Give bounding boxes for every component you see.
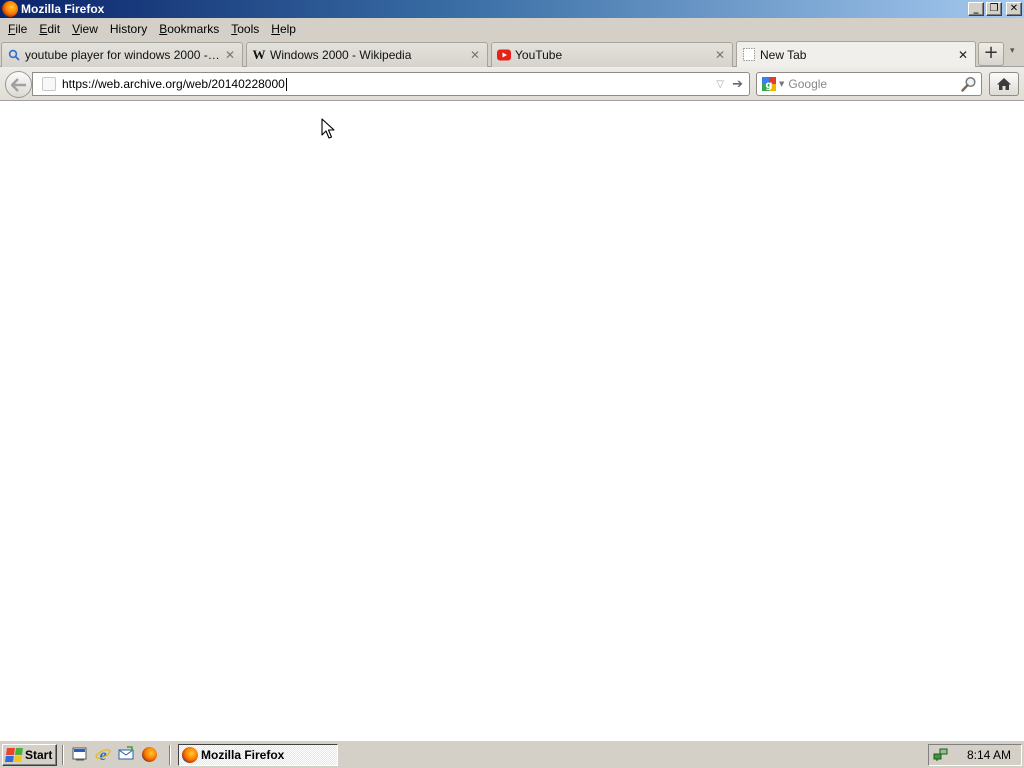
minimize-icon: _ [973, 3, 979, 14]
search-icon [7, 48, 21, 62]
firefox-icon[interactable] [141, 746, 157, 762]
wikipedia-icon: W [252, 47, 266, 62]
tab-label: New Tab [760, 47, 807, 62]
tab-label: youtube player for windows 2000 - Sea... [25, 48, 220, 62]
menu-view[interactable]: View [66, 18, 104, 40]
window-title: Mozilla Firefox [21, 2, 105, 16]
engine-dropdown-icon[interactable]: ▼ [779, 80, 784, 88]
close-icon: ✕ [1009, 3, 1019, 14]
menu-help[interactable]: Help [265, 18, 302, 40]
window-titlebar[interactable]: Mozilla Firefox _ ❐ ✕ [0, 0, 1024, 18]
windows-logo-icon [5, 748, 23, 762]
tab-youtube[interactable]: YouTube ✕ [491, 42, 733, 67]
minimize-button[interactable]: _ [968, 2, 984, 16]
site-identity-icon[interactable] [42, 77, 56, 91]
home-icon [997, 78, 1011, 90]
svg-text:g: g [765, 80, 772, 91]
quick-launch: e [72, 746, 157, 762]
start-button[interactable]: Start [2, 744, 57, 766]
tab-search[interactable]: youtube player for windows 2000 - Sea...… [1, 42, 243, 67]
chevron-down-icon: ▾ [1010, 46, 1015, 56]
taskbar-button-firefox[interactable]: Mozilla Firefox [178, 744, 338, 766]
tab-close-icon[interactable]: ✕ [714, 48, 726, 62]
back-arrow-icon [10, 77, 26, 92]
taskbar-separator [169, 745, 171, 765]
google-icon[interactable]: g [761, 76, 777, 92]
search-input[interactable]: Google [788, 77, 960, 91]
menu-bar: File Edit View History Bookmarks Tools H… [0, 18, 1024, 40]
tab-list-button[interactable]: ▾ [1010, 46, 1015, 56]
navigation-toolbar: https://web.archive.org/web/20140228000 … [0, 67, 1024, 101]
menu-file[interactable]: File [2, 18, 33, 40]
search-bar[interactable]: g ▼ Google [756, 72, 982, 96]
back-button[interactable] [5, 71, 32, 98]
tab-close-icon[interactable]: ✕ [224, 48, 236, 62]
outlook-express-icon[interactable] [118, 746, 134, 762]
menu-edit[interactable]: Edit [33, 18, 66, 40]
plus-icon: + [983, 42, 999, 63]
tab-close-icon[interactable]: ✕ [469, 48, 481, 62]
clock[interactable]: 8:14 AM [967, 748, 1011, 762]
close-button[interactable]: ✕ [1006, 2, 1022, 16]
history-dropdown-icon[interactable]: ▽ [716, 79, 724, 90]
restore-icon: ❐ [989, 3, 999, 14]
show-desktop-icon[interactable] [72, 746, 88, 762]
url-bar[interactable]: https://web.archive.org/web/20140228000 … [32, 72, 750, 96]
youtube-icon [497, 48, 511, 62]
go-arrow-icon[interactable]: ➔ [732, 77, 743, 92]
caption-buttons: _ ❐ ✕ [968, 2, 1022, 16]
system-tray: 8:14 AM [928, 744, 1022, 766]
page-content[interactable] [0, 101, 1024, 740]
network-icon[interactable] [933, 746, 949, 765]
menu-history[interactable]: History [104, 18, 153, 40]
start-label: Start [25, 748, 53, 762]
tab-wikipedia[interactable]: W Windows 2000 - Wikipedia ✕ [246, 42, 488, 67]
taskbar-separator [62, 745, 64, 765]
restore-button[interactable]: ❐ [986, 2, 1002, 16]
tab-strip: youtube player for windows 2000 - Sea...… [0, 40, 1024, 67]
tab-label: YouTube [515, 48, 563, 62]
menu-tools[interactable]: Tools [225, 18, 265, 40]
tab-label: Windows 2000 - Wikipedia [270, 48, 412, 62]
magnifier-icon[interactable] [960, 75, 978, 93]
firefox-icon [182, 747, 198, 763]
tab-new-tab[interactable]: New Tab ✕ [736, 41, 976, 67]
internet-explorer-icon[interactable]: e [95, 746, 111, 762]
new-tab-button[interactable]: + [978, 42, 1004, 66]
menu-bookmarks[interactable]: Bookmarks [153, 18, 225, 40]
text-cursor [285, 78, 287, 92]
firefox-icon [2, 1, 18, 17]
home-button[interactable] [989, 72, 1019, 96]
tab-close-icon[interactable]: ✕ [957, 48, 969, 62]
taskbar: Start e Mozilla Firefox 8:14 AM [0, 740, 1024, 768]
url-input[interactable]: https://web.archive.org/web/20140228000 [62, 77, 716, 92]
mouse-pointer-icon [321, 118, 335, 139]
svg-text:e: e [99, 747, 106, 762]
blank-page-icon [742, 48, 756, 62]
taskbar-button-label: Mozilla Firefox [201, 748, 285, 762]
